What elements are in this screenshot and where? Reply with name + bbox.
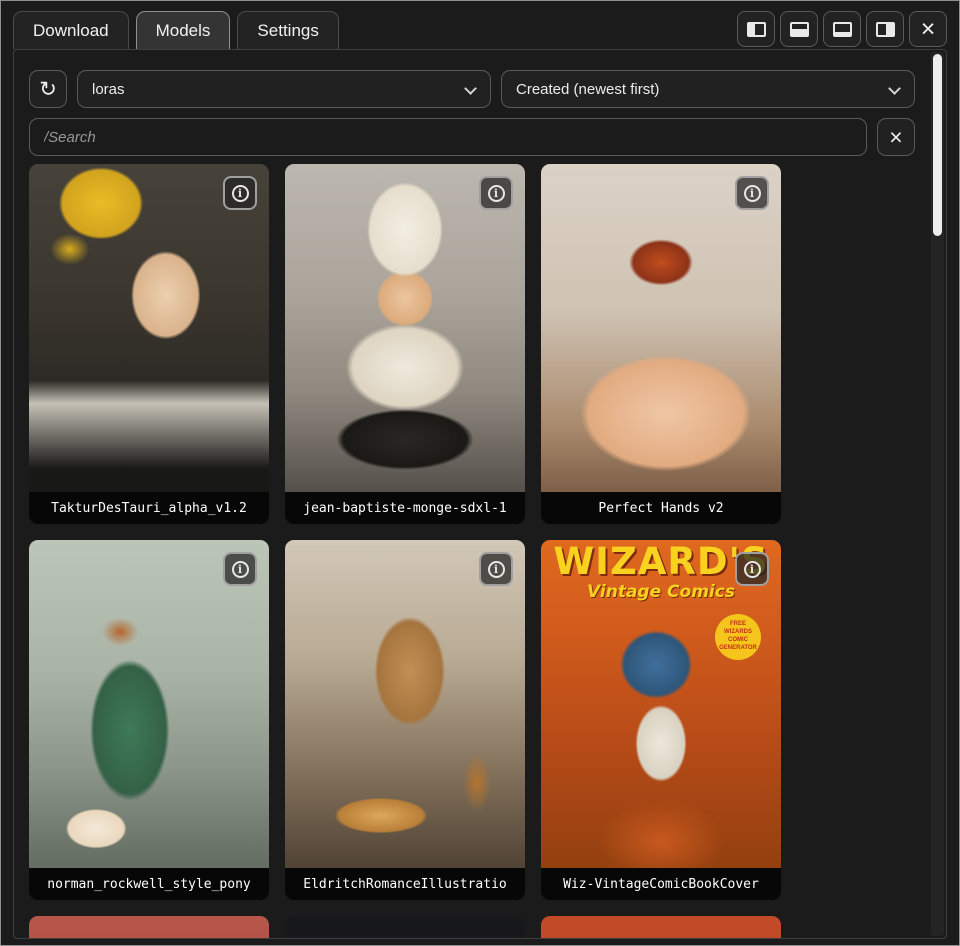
model-card[interactable]: i TakturDesTauri_alpha_v1.2 — [29, 164, 269, 524]
info-icon: i — [744, 561, 761, 578]
model-name: Perfect Hands v2 — [541, 492, 781, 524]
model-name: Wiz-VintageComicBookCover — [541, 868, 781, 900]
info-icon: i — [488, 561, 505, 578]
model-thumbnail[interactable] — [541, 916, 781, 939]
tab-settings[interactable]: Settings — [237, 11, 338, 49]
scrollbar[interactable] — [931, 52, 944, 936]
layout-split-left-button[interactable] — [737, 11, 775, 47]
tab-download[interactable]: Download — [13, 11, 129, 49]
split-left-icon — [747, 22, 766, 37]
model-card[interactable]: i norman_rockwell_style_pony — [29, 540, 269, 900]
sort-select[interactable]: Created (newest first) — [501, 70, 915, 108]
refresh-icon: ↻ — [39, 79, 57, 100]
info-button[interactable]: i — [223, 176, 257, 210]
model-name: jean-baptiste-monge-sdxl-1 — [285, 492, 525, 524]
tab-settings-label: Settings — [257, 21, 318, 41]
model-name: norman_rockwell_style_pony — [29, 868, 269, 900]
model-grid: i TakturDesTauri_alpha_v1.2 i jean-bapti… — [29, 164, 915, 939]
close-icon: × — [889, 126, 902, 149]
model-name: EldritchRomanceIllustratio — [285, 868, 525, 900]
tab-download-label: Download — [33, 21, 109, 41]
model-thumbnail[interactable]: i — [285, 540, 525, 868]
model-thumbnail[interactable]: WIZARD'S Vintage Comics FREE WIZARDS COM… — [541, 540, 781, 868]
info-icon: i — [488, 185, 505, 202]
model-card[interactable]: i jean-baptiste-monge-sdxl-1 — [285, 164, 525, 524]
info-icon: i — [232, 185, 249, 202]
info-icon: i — [744, 185, 761, 202]
model-thumbnail[interactable]: i — [29, 164, 269, 492]
model-card[interactable] — [541, 916, 781, 939]
model-card[interactable]: WIZARD'S Vintage Comics FREE WIZARDS COM… — [541, 540, 781, 900]
sort-value: Created (newest first) — [516, 81, 659, 98]
info-button[interactable]: i — [735, 176, 769, 210]
split-bottom-icon — [790, 22, 809, 37]
info-icon: i — [232, 561, 249, 578]
model-thumbnail[interactable]: i — [29, 540, 269, 868]
tab-models[interactable]: Models — [136, 11, 231, 49]
clear-search-button[interactable]: × — [877, 118, 915, 156]
search-row: × — [29, 118, 915, 156]
model-name: TakturDesTauri_alpha_v1.2 — [29, 492, 269, 524]
split-right-icon — [876, 22, 895, 37]
chevron-down-icon — [464, 82, 477, 95]
model-card[interactable]: i Perfect Hands v2 — [541, 164, 781, 524]
scrollbar-thumb[interactable] — [933, 54, 942, 236]
refresh-button[interactable]: ↻ — [29, 70, 67, 108]
model-card[interactable]: i EldritchRomanceIllustratio — [285, 540, 525, 900]
layout-bottom-bar-button[interactable] — [823, 11, 861, 47]
layout-split-right-button[interactable] — [866, 11, 904, 47]
search-input[interactable] — [29, 118, 867, 156]
model-thumbnail[interactable]: i — [541, 164, 781, 492]
model-type-select[interactable]: loras — [77, 70, 491, 108]
layout-split-bottom-button[interactable] — [780, 11, 818, 47]
models-panel: ↻ loras Created (newest first) × — [13, 49, 947, 939]
info-button[interactable]: i — [479, 552, 513, 586]
model-type-value: loras — [92, 81, 125, 98]
split-bottom-bar-icon — [833, 22, 852, 37]
model-card[interactable] — [29, 916, 269, 939]
model-thumbnail[interactable] — [285, 916, 525, 939]
close-icon: × — [921, 17, 936, 42]
window-controls: × — [737, 11, 947, 47]
app-window: Download Models Settings × — [0, 0, 960, 946]
close-button[interactable]: × — [909, 11, 947, 47]
model-card[interactable] — [285, 916, 525, 939]
info-button[interactable]: i — [479, 176, 513, 210]
model-thumbnail[interactable]: i — [285, 164, 525, 492]
thumbnail-cover-badge: FREE WIZARDS COMIC GENERATOR — [715, 614, 761, 660]
model-thumbnail[interactable] — [29, 916, 269, 939]
info-button[interactable]: i — [735, 552, 769, 586]
models-toolbar: ↻ loras Created (newest first) — [29, 70, 915, 108]
chevron-down-icon — [888, 82, 901, 95]
info-button[interactable]: i — [223, 552, 257, 586]
tab-bar: Download Models Settings × — [1, 1, 959, 49]
tab-models-label: Models — [156, 21, 211, 41]
